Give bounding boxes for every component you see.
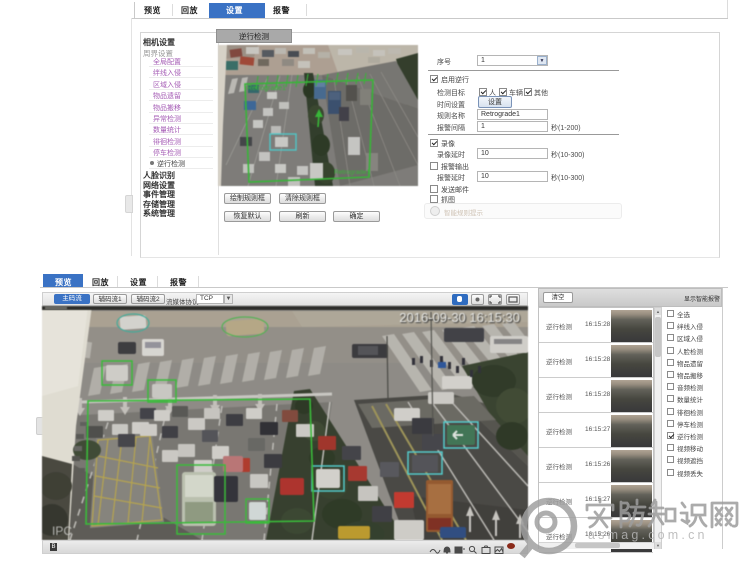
svg-text:Retrograde1: Retrograde1 xyxy=(247,85,286,92)
svg-text:2016-09-30 16:15:30: 2016-09-30 16:15:30 xyxy=(399,310,520,325)
svg-text:IPC: IPC xyxy=(52,524,72,538)
svg-text:Retrograde1: Retrograde1 xyxy=(334,169,371,176)
